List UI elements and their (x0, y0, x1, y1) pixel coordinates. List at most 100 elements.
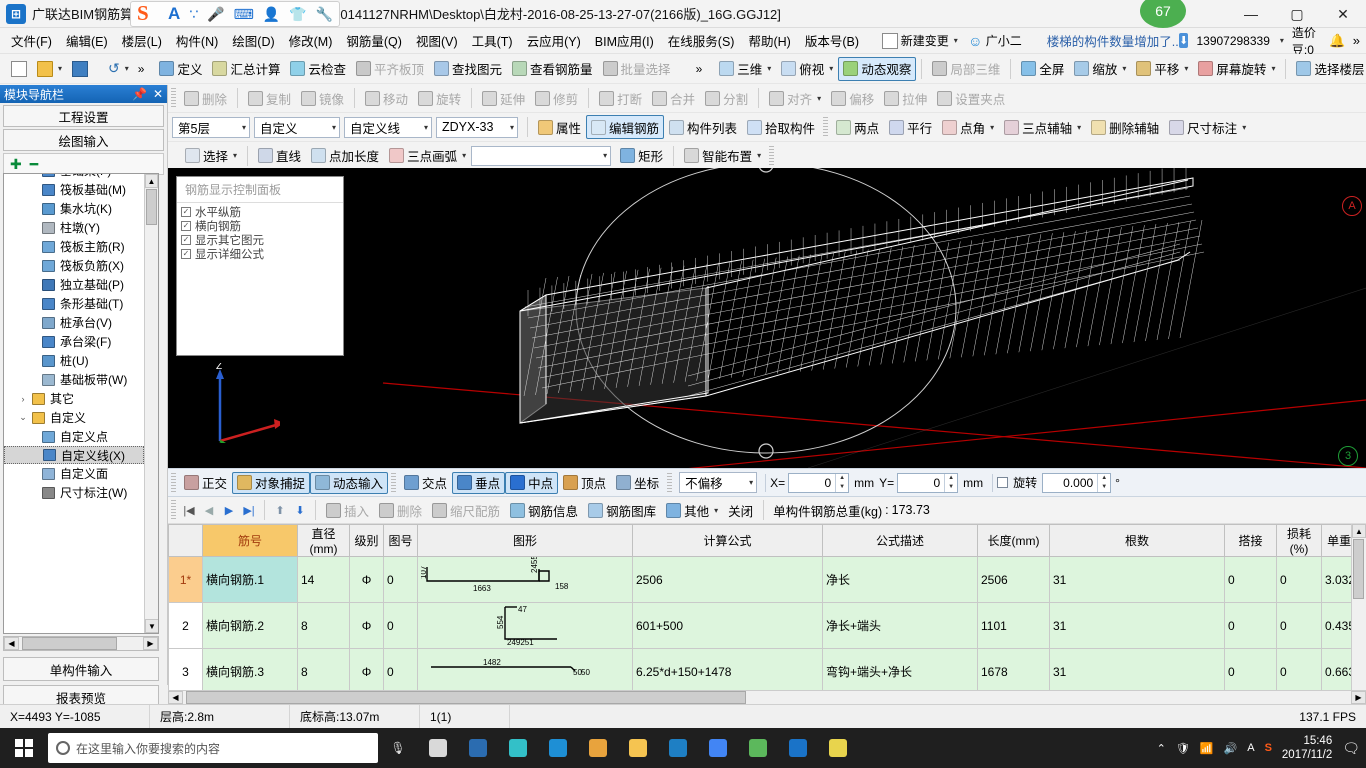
three-point-arc-button-caret[interactable]: ▾ (462, 151, 466, 160)
menu-item-11[interactable]: 在线服务(S) (661, 28, 742, 53)
table-vertical-scrollbar[interactable]: ▲ ▼ (1351, 524, 1366, 704)
save-button[interactable] (67, 57, 93, 81)
rectangle-tool-button[interactable]: 矩形 (615, 144, 668, 168)
collapse-all-icon[interactable]: ━ (30, 156, 38, 173)
toolbar1-overflow-a[interactable]: » (134, 62, 149, 76)
tree-expander-23[interactable]: › (16, 394, 30, 404)
next-record-button[interactable]: ▶ (219, 500, 239, 520)
browser-icon[interactable] (738, 728, 778, 768)
start-button[interactable] (0, 728, 48, 768)
menu-overflow-button[interactable]: » (1353, 33, 1360, 48)
col-formula-desc[interactable]: 公式描述 (822, 524, 978, 557)
tree-item-20[interactable]: 承台梁(F) (4, 332, 144, 351)
row-index[interactable]: 2 (168, 602, 203, 649)
tree-item-22[interactable]: 基础板带(W) (4, 370, 144, 389)
point-angle-button-caret[interactable]: ▾ (990, 123, 994, 132)
screen-rotate-button[interactable]: 屏幕旋转 ▾ (1193, 57, 1280, 81)
menu-item-1[interactable]: 编辑(E) (59, 28, 115, 53)
cell-count[interactable]: 31 (1049, 648, 1225, 695)
table-scroll-up[interactable]: ▲ (1352, 524, 1366, 538)
cell-length[interactable]: 1101 (977, 602, 1050, 649)
rebar-option-3[interactable]: ✓ 显示详细公式 (181, 247, 339, 261)
grid-label-a1[interactable]: A (1342, 196, 1362, 216)
project-settings-button[interactable]: 工程设置 (3, 105, 164, 127)
menu-item-9[interactable]: 云应用(Y) (520, 28, 588, 53)
close-grid-button[interactable]: 关闭 (723, 498, 758, 522)
toolbar1-overflow-b[interactable]: » (690, 62, 709, 76)
cell-length[interactable]: 2506 (977, 556, 1050, 603)
find-element-button[interactable]: 查找图元 (429, 57, 507, 81)
explorer-icon[interactable] (618, 728, 658, 768)
cell-grade[interactable]: Φ (349, 602, 384, 649)
view-rebar-qty-button[interactable]: 查看钢筋量 (507, 57, 598, 81)
cell-count[interactable]: 31 (1049, 602, 1225, 649)
cell-shape[interactable]: 107 1663 2455 158 (417, 555, 633, 603)
tree-item-18[interactable]: 条形基础(T) (4, 294, 144, 313)
tree-scroll-thumb[interactable] (146, 189, 157, 225)
taskbar-search-box[interactable]: 在这里输入你要搜索的内容 (48, 733, 378, 763)
ime-icon-a[interactable]: A (1247, 742, 1254, 754)
table-row[interactable]: 2 横向钢筋.2 8 Φ 0 554 47 249251 601+500 净长+端头 1101 31 0… (168, 602, 1366, 649)
perpendicular-snap-button[interactable]: 垂点 (452, 471, 506, 494)
rebar-option-checkbox-0[interactable]: ✓ (181, 207, 191, 217)
offset-mode-select[interactable]: 不偏移 ▾ (679, 472, 758, 493)
table-row[interactable]: 3 横向钢筋.3 8 Φ 0 1482 50 50 6.25*d+150+1478 弯钩+端头+净… (168, 648, 1366, 695)
undo-button[interactable]: ↺ ▾ (103, 57, 134, 81)
col-grade[interactable]: 级别 (349, 524, 384, 557)
microphone-icon[interactable]: 🎤 (207, 4, 224, 24)
table-row[interactable]: 1* 横向钢筋.1 14 Φ 0 107 1663 2455 158 2506 净长 2506 31 0 0… (168, 555, 1366, 603)
pan-button-caret[interactable]: ▾ (1184, 64, 1188, 73)
snapbar-grip-2[interactable] (667, 472, 673, 493)
cell-grade[interactable]: Φ (349, 648, 384, 695)
rebar-edit-table[interactable]: 筋号 直径(mm) 级别 图号 图形 计算公式 公式描述 长度(mm) 根数 搭接 损耗(%) 单重(… (168, 524, 1366, 704)
new-change-button[interactable]: 新建变更 ▾ (877, 30, 963, 51)
keyboard-icon[interactable]: ⌨ (234, 4, 254, 24)
vertex-snap-button[interactable]: 顶点 (558, 472, 611, 494)
cell-diameter[interactable]: 8 (297, 648, 350, 695)
cell-formula[interactable]: 2506 (632, 556, 823, 603)
menu-item-13[interactable]: 版本号(B) (798, 28, 866, 53)
3d-view-button-caret[interactable]: ▾ (767, 64, 771, 73)
x-offset-field[interactable] (789, 475, 836, 490)
col-shape[interactable]: 图形 (417, 524, 633, 557)
close-icon[interactable]: ✕ (153, 87, 163, 101)
toolbar-grip-4[interactable] (171, 88, 176, 108)
other-button-caret[interactable]: ▾ (714, 506, 718, 515)
category-select[interactable]: 自定义 ▾ (254, 116, 340, 138)
cell-diameter[interactable]: 8 (297, 602, 350, 649)
draw-extra-combo[interactable]: ▾ (471, 145, 612, 166)
glodon-icon[interactable] (778, 728, 818, 768)
cell-rebar-name[interactable]: 横向钢筋.3 (202, 648, 298, 695)
table-horizontal-scrollbar[interactable]: ◀ ▶ (168, 690, 1366, 704)
cell-grade[interactable]: Φ (349, 556, 384, 603)
sogou-icon[interactable] (498, 728, 538, 768)
dynamic-input-button[interactable]: 动态输入 (310, 471, 389, 494)
tree-scroll-down-arrow[interactable]: ▼ (145, 619, 158, 633)
delete-aux-axis-button[interactable]: 删除辅轴 (1086, 115, 1164, 139)
chevron-up-icon[interactable]: ⌃ (1157, 742, 1166, 755)
rebar-info-button[interactable]: 钢筋信息 (505, 498, 583, 522)
snapbar-grip[interactable] (171, 472, 176, 493)
parallel-button[interactable]: 平行 (884, 115, 937, 139)
cell-formula[interactable]: 6.25*d+150+1478 (632, 648, 823, 695)
cell-loss[interactable]: 0 (1276, 556, 1322, 603)
menu-item-6[interactable]: 钢筋量(Q) (339, 28, 409, 53)
cell-drawing-no[interactable]: 0 (383, 556, 418, 603)
edge-icon[interactable] (538, 728, 578, 768)
menu-item-4[interactable]: 绘图(D) (225, 28, 281, 53)
rebar-option-checkbox-2[interactable]: ✓ (181, 235, 191, 245)
rebar-option-checkbox-1[interactable]: ✓ (181, 221, 191, 231)
skin-icon[interactable]: 👕 (289, 4, 306, 24)
fullscreen-button[interactable]: 全屏 (1016, 57, 1069, 81)
col-lap[interactable]: 搭接 (1224, 524, 1277, 557)
toolbar-grip-5[interactable] (823, 117, 829, 137)
cell-shape[interactable]: 554 47 249251 (417, 602, 633, 649)
smart-layout-button[interactable]: 智能布置 ▾ (679, 144, 766, 168)
tree-item-11[interactable]: 基础梁(F) (4, 174, 144, 180)
cell-rebar-name[interactable]: 横向钢筋.2 (202, 602, 298, 649)
floor-select-arrow[interactable]: ▾ (242, 123, 246, 132)
ortho-button[interactable]: 正交 (179, 472, 232, 494)
dimension-button[interactable]: 尺寸标注 ▾ (1164, 115, 1251, 139)
screen-rotate-button-caret[interactable]: ▾ (1271, 64, 1275, 73)
col-formula[interactable]: 计算公式 (632, 524, 823, 557)
